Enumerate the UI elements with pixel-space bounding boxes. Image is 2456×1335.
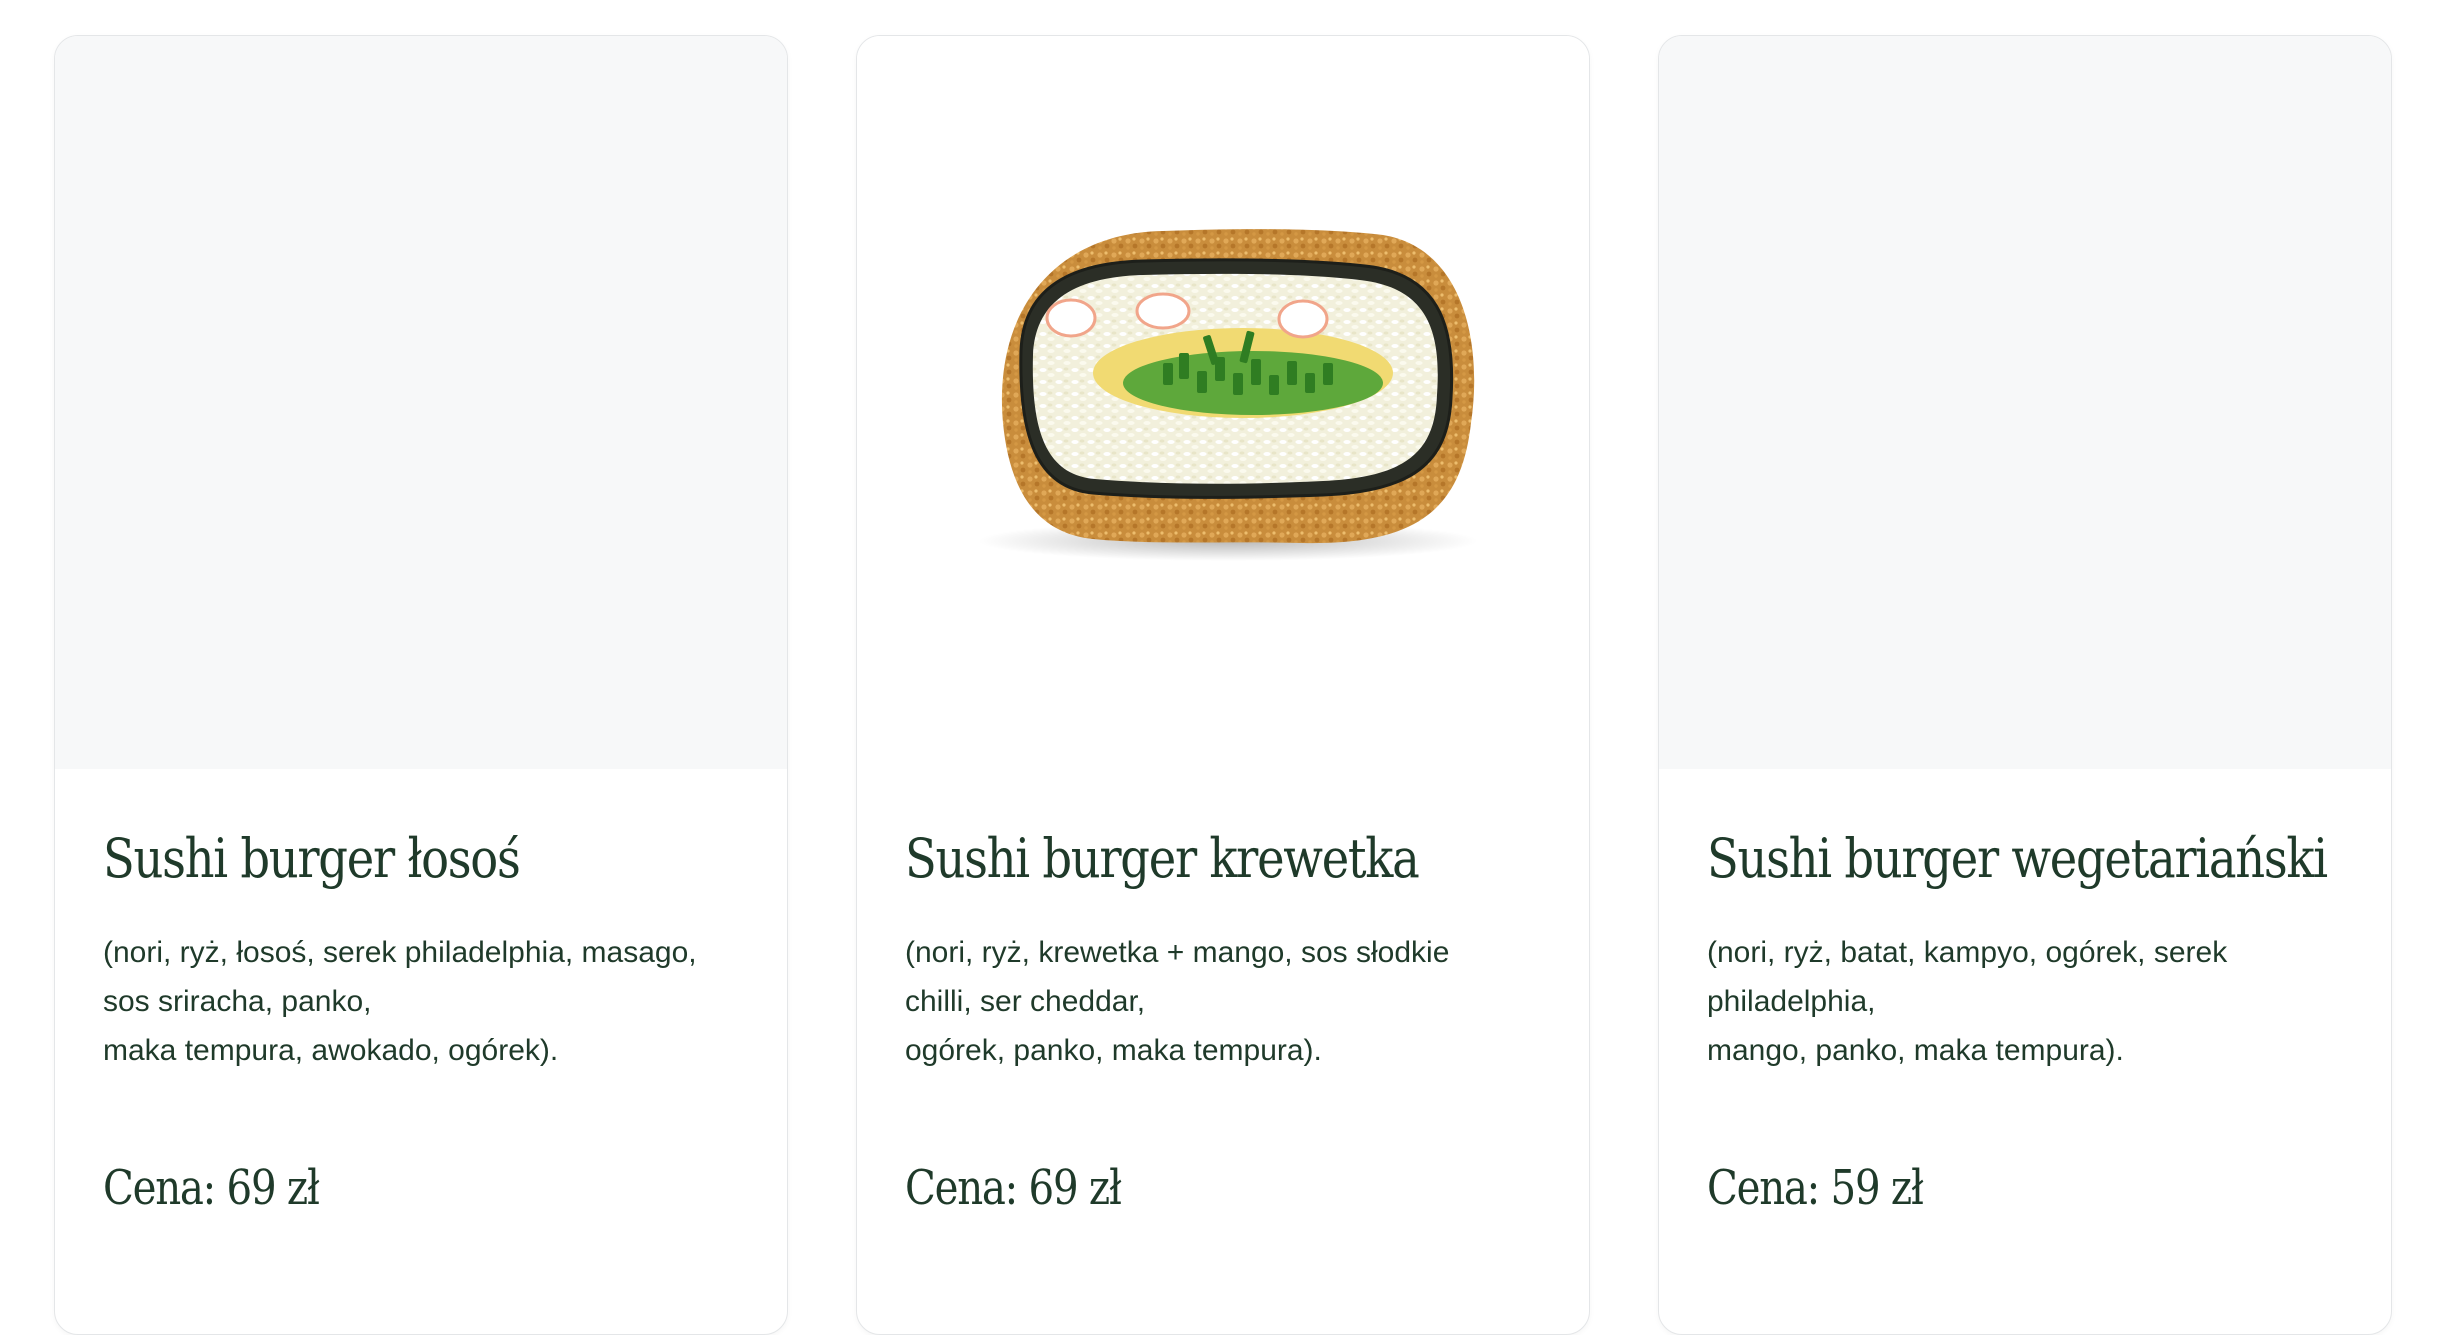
product-grid: Sushi burger łosoś (nori, ryż, łosoś, se… <box>54 35 2392 1335</box>
product-title: Sushi burger krewetka <box>905 827 1420 890</box>
product-title: Sushi burger wegetariański <box>1707 827 2328 890</box>
product-description: (nori, ryż, łosoś, serek philadelphia, m… <box>103 936 697 1068</box>
product-price: Cena: 59 zł <box>1707 1160 1924 1217</box>
product-description: (nori, ryż, batat, kampyo, ogórek, serek… <box>1707 936 2228 1068</box>
image-placeholder <box>55 36 787 769</box>
sushi-burger-icon <box>978 228 1478 561</box>
product-card[interactable]: Sushi burger łosoś (nori, ryż, łosoś, se… <box>54 35 788 1335</box>
card-body: Sushi burger wegetariański (nori, ryż, b… <box>1659 769 2391 1217</box>
product-price: Cena: 69 zł <box>905 1160 1122 1217</box>
product-description: (nori, ryż, krewetka + mango, sos słodki… <box>905 936 1450 1068</box>
product-title: Sushi burger łosoś <box>103 827 521 890</box>
product-card[interactable]: Sushi burger wegetariański (nori, ryż, b… <box>1658 35 2392 1335</box>
product-price: Cena: 69 zł <box>103 1160 320 1217</box>
image-placeholder <box>1659 36 2391 769</box>
product-card[interactable]: Sushi burger krewetka (nori, ryż, krewet… <box>856 35 1590 1335</box>
card-body: Sushi burger łosoś (nori, ryż, łosoś, se… <box>55 769 787 1217</box>
product-image <box>857 36 1589 769</box>
card-body: Sushi burger krewetka (nori, ryż, krewet… <box>857 769 1589 1217</box>
